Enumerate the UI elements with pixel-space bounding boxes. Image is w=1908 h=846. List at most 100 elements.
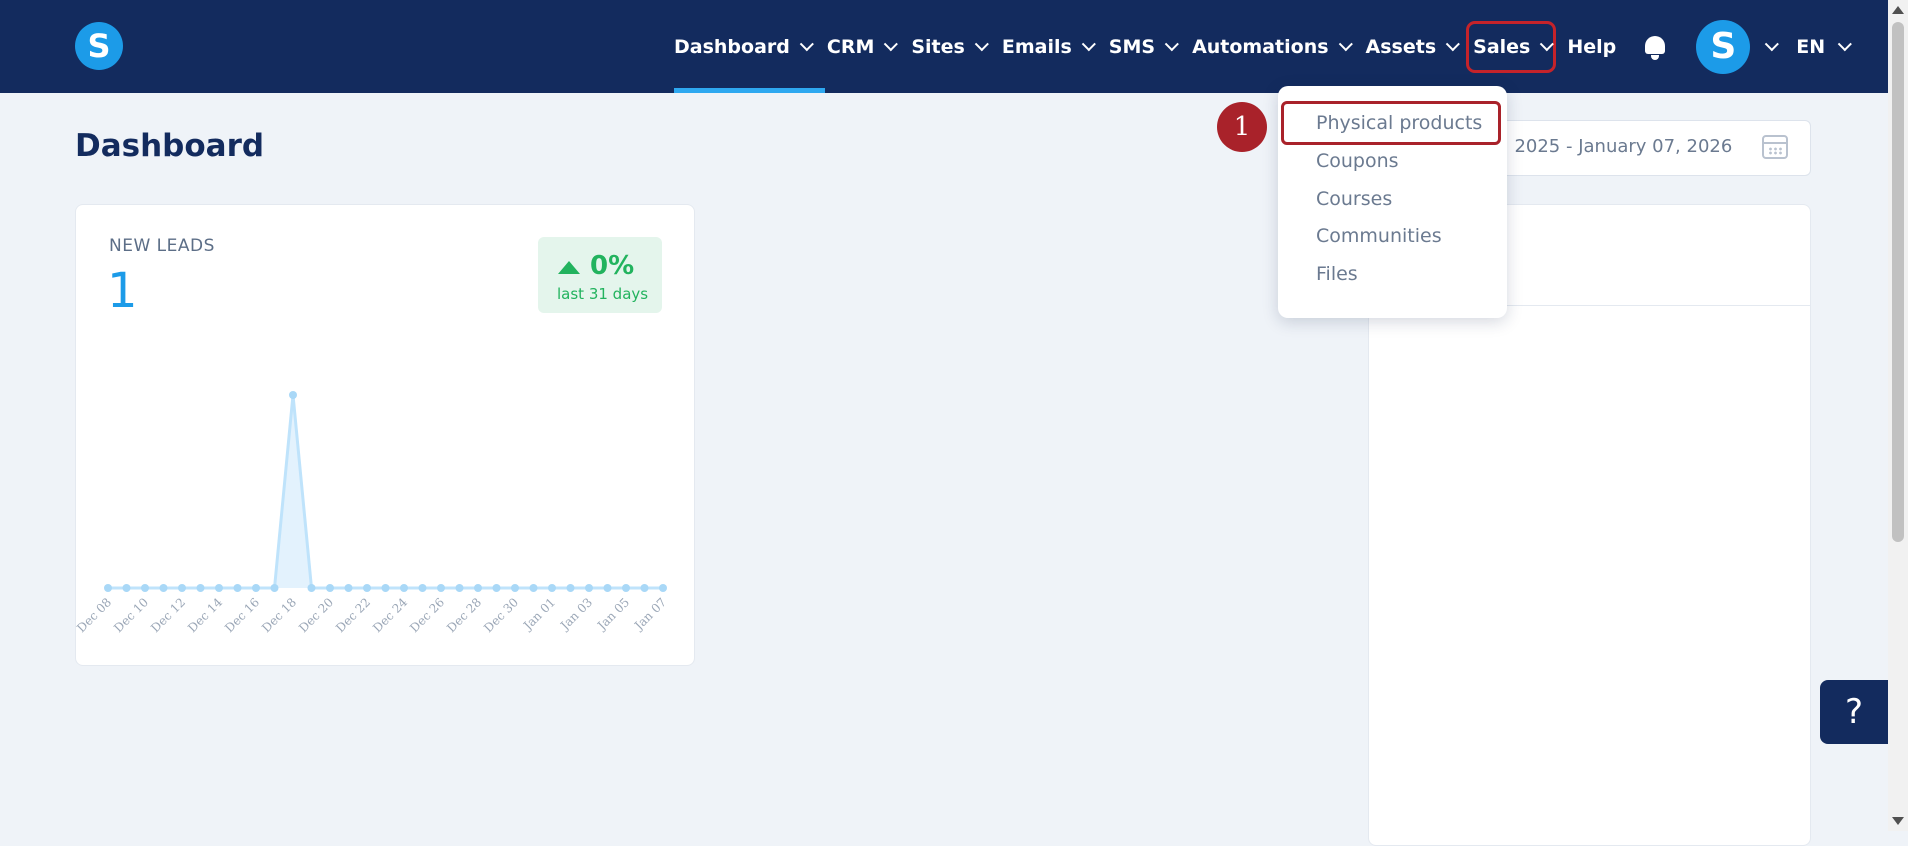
chart-point-dec-16[interactable] bbox=[252, 584, 260, 592]
chart-point-jan-04[interactable] bbox=[603, 584, 612, 592]
chart-point-dec-27[interactable] bbox=[455, 584, 464, 592]
menu-item-coupons[interactable]: Coupons bbox=[1316, 150, 1399, 172]
x-tick-label: Dec 20 bbox=[296, 595, 336, 635]
x-tick-label: Dec 10 bbox=[111, 595, 151, 635]
page-title: Dashboard bbox=[75, 128, 265, 164]
chart-point-jan-06[interactable] bbox=[640, 584, 649, 592]
x-tick-label: Jan 07 bbox=[630, 595, 669, 634]
chart-point-dec-28[interactable] bbox=[474, 584, 482, 592]
x-tick-label: Dec 28 bbox=[444, 595, 484, 635]
nav-assets[interactable]: Assets bbox=[1365, 0, 1461, 93]
chart-point-dec-08[interactable] bbox=[104, 584, 112, 592]
x-tick-label: Dec 12 bbox=[148, 595, 188, 635]
new-leads-card: NEW LEADS 1 0% last 31 days Dec 08 Dec 10… bbox=[75, 204, 695, 666]
chart-point-jan-02[interactable] bbox=[566, 584, 575, 592]
nav-sites[interactable]: Sites bbox=[911, 0, 989, 93]
help-button[interactable]: ? bbox=[1820, 680, 1888, 744]
x-tick-label: Dec 18 bbox=[259, 595, 299, 635]
chevron-down-icon bbox=[1540, 36, 1555, 51]
scroll-thumb[interactable] bbox=[1892, 22, 1904, 542]
chart-point-dec-10[interactable] bbox=[141, 584, 149, 592]
chevron-down-icon bbox=[1837, 36, 1853, 51]
menu-item-communities[interactable]: Communities bbox=[1316, 225, 1442, 247]
menu-item-courses[interactable]: Courses bbox=[1316, 188, 1392, 210]
chart-point-dec-31[interactable] bbox=[529, 584, 538, 592]
nav-help-label: Help bbox=[1567, 35, 1617, 58]
chart-point-jan-07[interactable] bbox=[659, 584, 667, 592]
nav-crm[interactable]: CRM bbox=[826, 0, 899, 93]
avatar[interactable]: S bbox=[1696, 19, 1751, 74]
chart-point-dec-14[interactable] bbox=[215, 584, 223, 592]
chart-point-dec-18[interactable] bbox=[289, 391, 297, 399]
scroll-up-arrow-icon[interactable] bbox=[1892, 6, 1904, 14]
nav-sales[interactable]: Sales bbox=[1466, 20, 1557, 73]
chart-point-dec-17[interactable] bbox=[270, 584, 279, 592]
chart-point-dec-13[interactable] bbox=[196, 584, 205, 592]
x-tick-label: Dec 22 bbox=[333, 595, 373, 635]
nav-help[interactable]: Help bbox=[1567, 0, 1616, 93]
chart-point-dec-09[interactable] bbox=[122, 584, 131, 592]
nav-crm-label: CRM bbox=[826, 35, 875, 58]
chevron-down-icon bbox=[1081, 36, 1096, 51]
nav-menu: Dashboard CRM Sites Emails SMS Automatio… bbox=[674, 0, 1853, 93]
date-range-picker[interactable]: , 2025 - January 07, 2026 bbox=[1484, 120, 1811, 176]
nav-sms-label: SMS bbox=[1108, 35, 1156, 58]
calendar-icon[interactable] bbox=[1762, 135, 1788, 159]
x-tick-label: Dec 14 bbox=[185, 595, 225, 635]
nav-emails-label: Emails bbox=[1001, 35, 1072, 58]
x-tick-label: Jan 01 bbox=[519, 595, 558, 634]
chart-point-dec-23[interactable] bbox=[381, 584, 390, 592]
nav-automations[interactable]: Automations bbox=[1192, 0, 1353, 93]
nav-assets-label: Assets bbox=[1365, 35, 1437, 58]
leads-chart: Dec 08Dec 10Dec 12Dec 14Dec 16Dec 18Dec … bbox=[76, 391, 669, 635]
x-tick-label: Dec 30 bbox=[481, 595, 521, 635]
menu-item-files[interactable]: Files bbox=[1316, 263, 1358, 285]
nav-sms[interactable]: SMS bbox=[1108, 0, 1179, 93]
chart-point-dec-20[interactable] bbox=[326, 584, 334, 592]
x-tick-label: Jan 03 bbox=[556, 595, 595, 634]
chart-point-jan-05[interactable] bbox=[622, 584, 630, 592]
chart-line bbox=[108, 394, 663, 590]
chevron-down-icon bbox=[974, 36, 989, 51]
step-number-badge: 1 bbox=[1217, 102, 1267, 152]
chart-point-dec-22[interactable] bbox=[363, 584, 371, 592]
chart-point-dec-26[interactable] bbox=[437, 584, 445, 592]
x-tick-label: Dec 08 bbox=[76, 595, 114, 635]
nav-sales-label: Sales bbox=[1473, 35, 1531, 58]
chevron-down-icon[interactable] bbox=[1765, 36, 1780, 51]
chart-point-dec-24[interactable] bbox=[400, 584, 408, 592]
x-tick-label: Jan 05 bbox=[593, 595, 632, 634]
chevron-down-icon bbox=[1338, 36, 1353, 51]
nav-automations-label: Automations bbox=[1192, 35, 1329, 58]
chart-area bbox=[108, 395, 663, 588]
bell-icon[interactable] bbox=[1644, 34, 1666, 60]
chart-point-dec-12[interactable] bbox=[178, 584, 186, 592]
language-selector[interactable]: EN bbox=[1796, 35, 1853, 58]
menu-item-physical-products[interactable]: Physical products bbox=[1316, 112, 1482, 134]
chart-point-jan-01[interactable] bbox=[548, 584, 556, 592]
nav-dashboard[interactable]: Dashboard bbox=[674, 0, 825, 93]
top-navigation: S Dashboard CRM Sites Emails SMS Automat… bbox=[0, 0, 1908, 93]
chart-point-dec-15[interactable] bbox=[233, 584, 242, 592]
scrollbar[interactable] bbox=[1888, 0, 1908, 831]
x-tick-label: Dec 26 bbox=[407, 595, 447, 635]
language-label: EN bbox=[1796, 35, 1826, 58]
scroll-down-arrow-icon[interactable] bbox=[1892, 817, 1904, 825]
chart-point-dec-30[interactable] bbox=[511, 584, 519, 592]
chart-point-dec-21[interactable] bbox=[344, 584, 353, 592]
chart-point-dec-29[interactable] bbox=[492, 584, 501, 592]
chevron-down-icon bbox=[1164, 36, 1179, 51]
nav-sites-label: Sites bbox=[911, 35, 965, 58]
chart-point-dec-11[interactable] bbox=[159, 584, 168, 592]
chevron-down-icon bbox=[799, 36, 814, 51]
x-tick-label: Dec 24 bbox=[370, 595, 410, 635]
chevron-down-icon bbox=[884, 36, 899, 51]
brand-logo[interactable]: S bbox=[75, 22, 123, 70]
nav-emails[interactable]: Emails bbox=[1001, 0, 1096, 93]
nav-dashboard-label: Dashboard bbox=[674, 35, 790, 58]
chart-point-jan-03[interactable] bbox=[585, 584, 593, 592]
x-tick-label: Dec 16 bbox=[222, 595, 262, 635]
chart-point-dec-19[interactable] bbox=[307, 584, 316, 592]
chart-point-dec-25[interactable] bbox=[418, 584, 427, 592]
chevron-down-icon bbox=[1445, 36, 1461, 51]
